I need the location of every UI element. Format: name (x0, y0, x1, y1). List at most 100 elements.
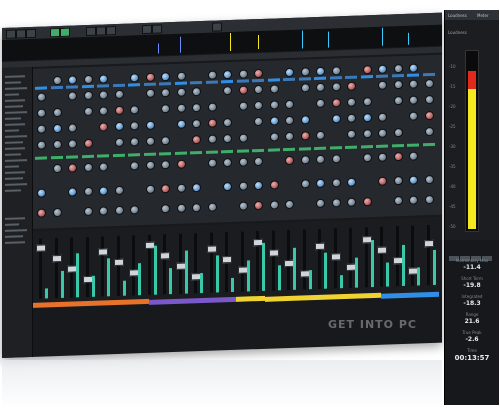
insert-slot[interactable] (376, 74, 388, 78)
insert-slot[interactable] (252, 78, 264, 83)
plugin-knob[interactable] (52, 163, 62, 174)
plugin-knob[interactable] (378, 128, 387, 138)
plugin-knob[interactable] (68, 123, 77, 133)
insert-slot[interactable] (236, 79, 249, 83)
plugin-knob[interactable] (130, 161, 139, 171)
plugin-knob[interactable] (176, 159, 186, 169)
plugin-knob[interactable] (52, 207, 62, 218)
toolbar-button[interactable] (142, 24, 152, 35)
channel-fader[interactable] (85, 236, 89, 298)
plugin-knob[interactable] (409, 79, 418, 89)
plugin-knob[interactable] (99, 106, 108, 116)
browser-item[interactable] (5, 183, 27, 186)
plugin-knob[interactable] (409, 111, 418, 121)
plugin-knob[interactable] (254, 156, 263, 167)
plugin-knob[interactable] (300, 67, 310, 77)
plugin-knob[interactable] (393, 152, 403, 162)
channel-fader[interactable] (380, 226, 383, 287)
plugin-knob[interactable] (207, 118, 217, 128)
insert-slot[interactable] (422, 72, 435, 77)
plugin-knob[interactable] (130, 137, 139, 147)
toolbar-button[interactable] (26, 28, 36, 39)
send-slot[interactable] (174, 151, 187, 155)
plugin-knob[interactable] (347, 177, 356, 187)
channel-color-strip[interactable] (62, 300, 91, 307)
plugin-knob[interactable] (192, 87, 201, 97)
send-slot[interactable] (128, 153, 140, 157)
plugin-knob[interactable] (300, 155, 310, 165)
send-slot[interactable] (159, 152, 171, 156)
plugin-knob[interactable] (161, 136, 170, 146)
plugin-knob[interactable] (130, 105, 139, 115)
channel-color-strip[interactable] (120, 298, 149, 305)
plugin-knob[interactable] (114, 137, 124, 148)
plugin-knob[interactable] (285, 199, 294, 210)
plugin-knob[interactable] (176, 103, 186, 113)
plugin-knob[interactable] (176, 203, 186, 213)
toolbar-button[interactable] (96, 26, 106, 36)
plugin-knob[interactable] (285, 115, 294, 126)
plugin-knob[interactable] (378, 112, 387, 122)
fader-handle[interactable] (330, 253, 341, 261)
send-slot[interactable] (376, 144, 388, 148)
browser-item[interactable] (5, 217, 25, 220)
plugin-knob[interactable] (99, 206, 108, 216)
toolbar-button[interactable] (106, 26, 116, 36)
browser-item[interactable] (5, 153, 21, 156)
send-slot[interactable] (422, 142, 435, 147)
channel-color-strip[interactable] (265, 295, 294, 302)
plugin-knob[interactable] (83, 74, 93, 85)
plugin-knob[interactable] (83, 162, 93, 173)
plugin-knob[interactable] (316, 66, 325, 77)
plugin-knob[interactable] (130, 121, 139, 131)
plugin-knob[interactable] (238, 201, 248, 211)
plugin-knob[interactable] (114, 185, 124, 196)
insert-slot[interactable] (314, 76, 326, 81)
channel-color-strip[interactable] (91, 299, 120, 306)
plugin-knob[interactable] (83, 106, 93, 117)
plugin-knob[interactable] (316, 198, 325, 209)
channel-fader[interactable] (318, 228, 321, 289)
plugin-knob[interactable] (331, 114, 341, 124)
browser-item[interactable] (5, 123, 25, 126)
plugin-knob[interactable] (347, 197, 356, 207)
plugin-knob[interactable] (223, 181, 232, 192)
plugin-knob[interactable] (83, 206, 93, 217)
plugin-knob[interactable] (52, 107, 62, 118)
insert-slot[interactable] (143, 82, 156, 87)
plugin-knob[interactable] (192, 203, 201, 213)
fader-handle[interactable] (36, 244, 46, 252)
send-slot[interactable] (221, 149, 233, 154)
channel-color-strip[interactable] (323, 293, 352, 300)
plugin-knob[interactable] (378, 152, 387, 162)
plugin-knob[interactable] (316, 98, 325, 109)
channel-color-strip[interactable] (33, 301, 62, 308)
channel-color-strip[interactable] (178, 297, 207, 304)
browser-item[interactable] (5, 229, 27, 232)
insert-slot[interactable] (112, 83, 125, 88)
plugin-knob[interactable] (378, 80, 387, 90)
plugin-knob[interactable] (99, 74, 108, 84)
plugin-knob[interactable] (269, 116, 279, 126)
plugin-knob[interactable] (192, 183, 201, 193)
browser-item[interactable] (5, 111, 27, 114)
browser-item[interactable] (5, 241, 25, 244)
send-slot[interactable] (66, 155, 78, 159)
plugin-knob[interactable] (192, 135, 201, 145)
browser-item[interactable] (5, 99, 25, 102)
send-slot[interactable] (391, 143, 404, 148)
plugin-knob[interactable] (316, 82, 325, 93)
fader-handle[interactable] (113, 258, 124, 267)
plugin-knob[interactable] (114, 121, 124, 132)
plugin-knob[interactable] (362, 153, 372, 163)
plugin-knob[interactable] (285, 99, 294, 110)
browser-item[interactable] (5, 141, 23, 144)
plugin-knob[interactable] (424, 110, 434, 121)
channel-fader[interactable] (54, 238, 58, 299)
fader-handle[interactable] (377, 246, 387, 254)
insert-slot[interactable] (174, 81, 187, 85)
plugin-knob[interactable] (269, 180, 279, 190)
plugin-knob[interactable] (424, 94, 434, 105)
plugin-knob[interactable] (207, 70, 217, 80)
channel-fader[interactable] (132, 235, 135, 296)
